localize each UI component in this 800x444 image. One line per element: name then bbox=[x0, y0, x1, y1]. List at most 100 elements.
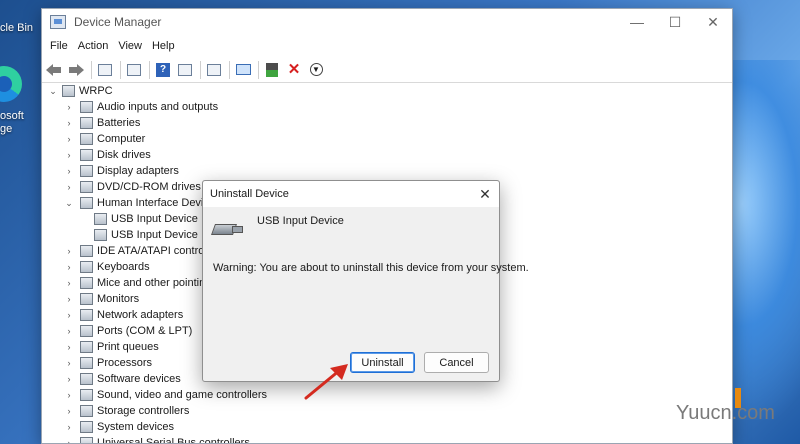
chevron-right-icon[interactable]: › bbox=[64, 182, 74, 192]
chevron-right-icon[interactable]: › bbox=[64, 150, 74, 160]
tree-category-item[interactable]: › Disk drives bbox=[64, 147, 151, 163]
chevron-right-icon[interactable]: › bbox=[64, 134, 74, 144]
tree-category-item[interactable]: › Software devices bbox=[64, 371, 181, 387]
tree-root[interactable]: ⌄ WRPC bbox=[48, 83, 113, 99]
close-button[interactable]: ✕ bbox=[694, 9, 732, 35]
chevron-down-icon[interactable]: ⌄ bbox=[48, 86, 58, 97]
tree-category-item[interactable]: › DVD/CD-ROM drives bbox=[64, 179, 201, 195]
tree-category-item[interactable]: › Display adapters bbox=[64, 163, 179, 179]
device-category-icon bbox=[80, 101, 93, 113]
device-category-icon bbox=[80, 389, 93, 401]
tree-category-item[interactable]: › Monitors bbox=[64, 291, 139, 307]
tree-category-item[interactable]: › Print queues bbox=[64, 339, 159, 355]
device-category-icon bbox=[80, 309, 93, 321]
chevron-right-icon[interactable]: › bbox=[64, 246, 74, 256]
device-category-icon bbox=[80, 149, 93, 161]
dialog-warning-text: Warning: You are about to uninstall this… bbox=[213, 262, 529, 274]
tree-category-item[interactable]: › Processors bbox=[64, 355, 152, 371]
tree-item-label: Universal Serial Bus controllers bbox=[97, 437, 250, 444]
tree-category-item[interactable]: › IDE ATA/ATAPI controll bbox=[64, 243, 209, 259]
dialog-device-row: USB Input Device bbox=[213, 215, 344, 235]
edge-label-line1[interactable]: osoft bbox=[0, 110, 24, 122]
dialog-close-icon[interactable]: ✕ bbox=[471, 181, 499, 207]
chevron-right-icon[interactable]: › bbox=[64, 326, 74, 336]
tree-category-item[interactable]: › Batteries bbox=[64, 115, 140, 131]
uninstall-button[interactable]: Uninstall bbox=[350, 352, 415, 373]
maximize-button[interactable]: ☐ bbox=[656, 9, 694, 35]
device-category-icon bbox=[80, 245, 93, 257]
toolbar-separator bbox=[149, 60, 150, 79]
tree-category-item[interactable]: › System devices bbox=[64, 419, 174, 435]
chevron-right-icon[interactable]: › bbox=[64, 262, 74, 272]
chevron-right-icon[interactable]: › bbox=[64, 278, 74, 288]
tree-category-item[interactable]: ⌄ Human Interface Devic bbox=[64, 195, 209, 211]
update-driver-icon[interactable]: ▼ bbox=[306, 60, 326, 80]
tree-category-item[interactable]: › Network adapters bbox=[64, 307, 183, 323]
menu-action[interactable]: Action bbox=[73, 40, 114, 52]
toolbar-separator bbox=[120, 60, 121, 79]
tree-category-item[interactable]: › Ports (COM & LPT) bbox=[64, 323, 192, 339]
tree-category-item[interactable]: › Universal Serial Bus controllers bbox=[64, 435, 250, 444]
device-category-icon bbox=[80, 277, 93, 289]
tree-child-item[interactable]: USB Input Device bbox=[78, 227, 198, 243]
tree-category-item[interactable]: › Keyboards bbox=[64, 259, 150, 275]
dialog-device-name: USB Input Device bbox=[257, 215, 344, 227]
edge-label-line2[interactable]: ge bbox=[0, 123, 12, 135]
dialog-title-bar[interactable]: Uninstall Device ✕ bbox=[203, 181, 499, 207]
properties-icon[interactable] bbox=[124, 60, 144, 80]
red-arrow-annotation bbox=[304, 364, 348, 400]
chevron-right-icon[interactable]: › bbox=[64, 438, 74, 443]
tree-category-item[interactable]: › Computer bbox=[64, 131, 145, 147]
device-category-icon bbox=[80, 261, 93, 273]
tree-item-label: Processors bbox=[97, 357, 153, 369]
chevron-right-icon[interactable]: › bbox=[64, 102, 74, 112]
menu-file[interactable]: File bbox=[45, 40, 73, 52]
device-category-icon bbox=[80, 437, 93, 443]
uninstall-device-icon[interactable]: ✕ bbox=[284, 60, 304, 80]
menu-help[interactable]: Help bbox=[147, 40, 180, 52]
tree-category-item[interactable]: › Mice and other pointin bbox=[64, 275, 205, 291]
enable-device-icon[interactable] bbox=[262, 60, 282, 80]
tree-category-item[interactable]: › Storage controllers bbox=[64, 403, 189, 419]
chevron-right-icon[interactable]: › bbox=[64, 406, 74, 416]
tree-child-item[interactable]: USB Input Device bbox=[78, 211, 198, 227]
scan-hardware-icon[interactable] bbox=[204, 60, 224, 80]
chevron-right-icon[interactable]: › bbox=[64, 166, 74, 176]
tree-item-label: Human Interface Devic bbox=[97, 197, 209, 209]
recycle-bin-label[interactable]: cle Bin bbox=[0, 22, 33, 34]
chevron-right-icon[interactable]: › bbox=[64, 118, 74, 128]
toolbar: ? ✕ ▼ bbox=[42, 57, 732, 83]
edge-icon[interactable] bbox=[0, 66, 22, 102]
device-manager-app-icon bbox=[50, 15, 66, 29]
chevron-right-icon[interactable]: › bbox=[64, 390, 74, 400]
chevron-right-icon[interactable]: › bbox=[64, 422, 74, 432]
toolbar-separator bbox=[229, 60, 230, 79]
monitor-icon[interactable] bbox=[233, 60, 253, 80]
tree-category-item[interactable]: › Sound, video and game controllers bbox=[64, 387, 267, 403]
chevron-right-icon[interactable]: › bbox=[64, 310, 74, 320]
cancel-button[interactable]: Cancel bbox=[424, 352, 489, 373]
help-icon[interactable]: ? bbox=[153, 60, 173, 80]
show-hide-tree-icon[interactable] bbox=[95, 60, 115, 80]
chevron-right-icon[interactable]: › bbox=[64, 342, 74, 352]
forward-icon[interactable] bbox=[66, 60, 86, 80]
menu-view[interactable]: View bbox=[113, 40, 147, 52]
back-icon[interactable] bbox=[44, 60, 64, 80]
details-view-icon[interactable] bbox=[175, 60, 195, 80]
chevron-right-icon[interactable]: › bbox=[64, 294, 74, 304]
tree-item-label: Monitors bbox=[97, 293, 140, 305]
tree-item-label: Batteries bbox=[97, 117, 141, 129]
device-category-icon bbox=[80, 133, 93, 145]
tree-item-label: Audio inputs and outputs bbox=[97, 101, 219, 113]
device-category-icon bbox=[80, 181, 93, 193]
minimize-button[interactable]: — bbox=[618, 9, 656, 35]
title-bar[interactable]: Device Manager — ☐ ✕ bbox=[42, 9, 732, 35]
toolbar-separator bbox=[258, 60, 259, 79]
device-category-icon bbox=[80, 165, 93, 177]
chevron-down-icon[interactable]: ⌄ bbox=[64, 198, 74, 209]
tree-item-label: Network adapters bbox=[97, 309, 184, 321]
tree-item-label: Disk drives bbox=[97, 149, 151, 161]
chevron-right-icon[interactable]: › bbox=[64, 358, 74, 368]
chevron-right-icon[interactable]: › bbox=[64, 374, 74, 384]
tree-category-item[interactable]: › Audio inputs and outputs bbox=[64, 99, 218, 115]
